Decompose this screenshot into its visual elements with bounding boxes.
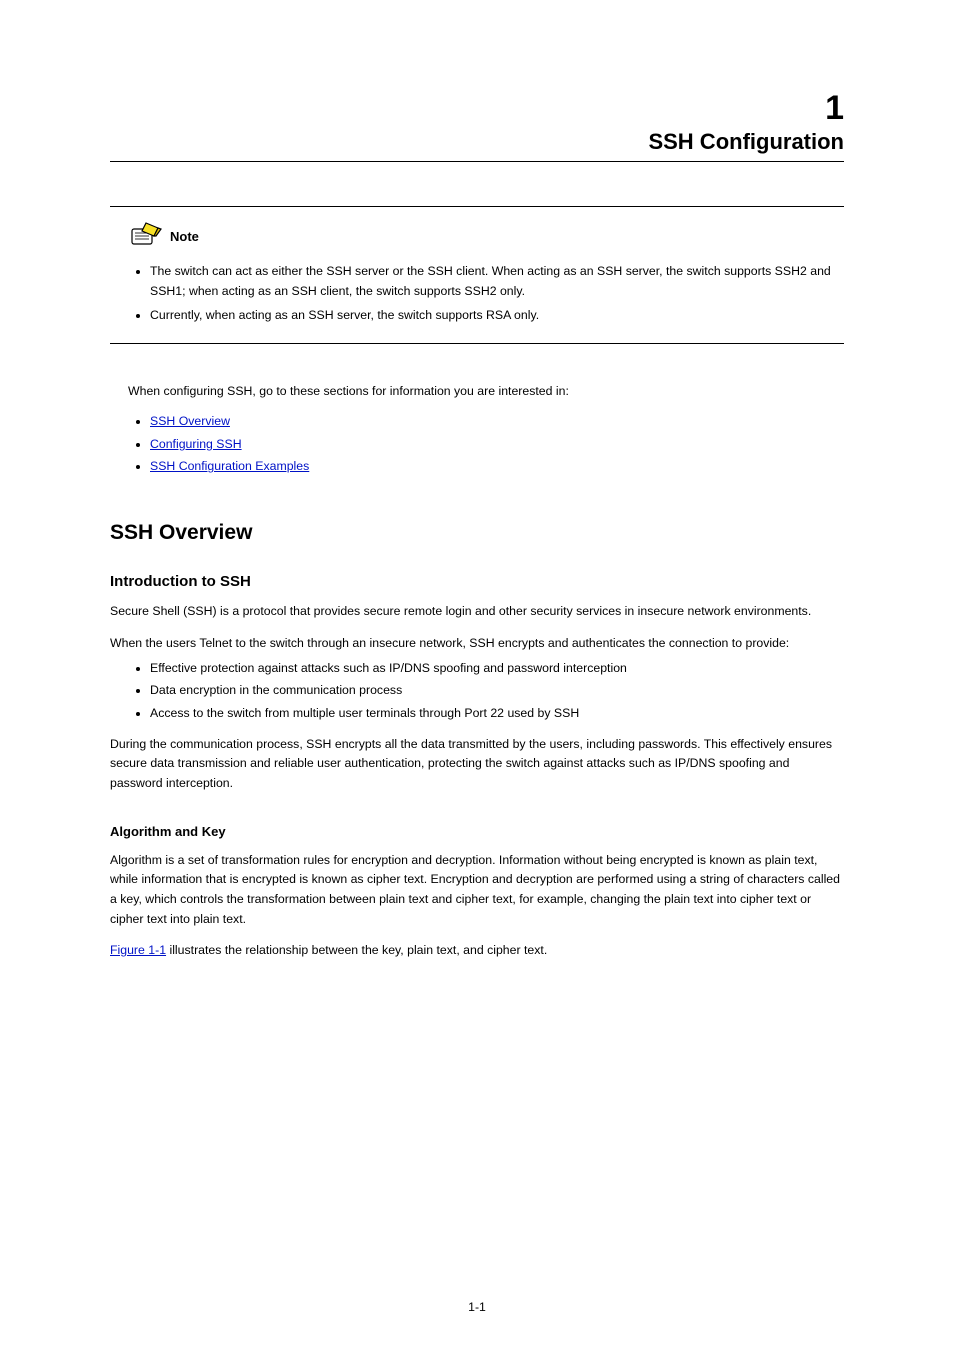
toc-item: SSH Configuration Examples — [150, 457, 844, 477]
note-header: Note — [110, 221, 844, 252]
chapter-number: 1 — [110, 90, 844, 127]
figure-ref-suffix: illustrates the relationship between the… — [166, 943, 547, 957]
section-heading-intro: Introduction to SSH — [110, 573, 844, 590]
section-heading-algorithm: Algorithm and Key — [110, 824, 844, 839]
toc-link-examples[interactable]: SSH Configuration Examples — [150, 459, 309, 473]
body-paragraph: Secure Shell (SSH) is a protocol that pr… — [110, 602, 844, 622]
chapter-header: 1 SSH Configuration — [110, 90, 844, 162]
intro-text: When configuring SSH, go to these sectio… — [128, 382, 844, 402]
note-list: The switch can act as either the SSH ser… — [110, 262, 844, 325]
figure-reference-line: Figure 1-1 illustrates the relationship … — [110, 941, 844, 961]
feature-item: Effective protection against attacks suc… — [150, 659, 844, 678]
feature-list: Effective protection against attacks suc… — [110, 659, 844, 722]
note-label: Note — [170, 229, 199, 244]
page-number: 1-1 — [468, 1300, 486, 1314]
body-paragraph: When the users Telnet to the switch thro… — [110, 634, 844, 654]
page: 1 SSH Configuration Note The switch can … — [0, 0, 954, 1350]
note-icon — [128, 221, 162, 252]
note-item: The switch can act as either the SSH ser… — [150, 262, 844, 301]
toc-item: SSH Overview — [150, 412, 844, 432]
feature-item: Data encryption in the communication pro… — [150, 681, 844, 700]
toc-list: SSH Overview Configuring SSH SSH Configu… — [110, 412, 844, 477]
toc-link-configuring[interactable]: Configuring SSH — [150, 437, 242, 451]
chapter-title: SSH Configuration — [110, 129, 844, 155]
toc-item: Configuring SSH — [150, 435, 844, 455]
section-heading-overview: SSH Overview — [110, 521, 844, 545]
body-paragraph: During the communication process, SSH en… — [110, 735, 844, 794]
note-item: Currently, when acting as an SSH server,… — [150, 306, 844, 326]
body-paragraph: Algorithm is a set of transformation rul… — [110, 851, 844, 930]
feature-item: Access to the switch from multiple user … — [150, 704, 844, 723]
figure-link[interactable]: Figure 1-1 — [110, 943, 166, 957]
toc-link-overview[interactable]: SSH Overview — [150, 414, 230, 428]
page-footer: 1-1 — [0, 1300, 954, 1314]
note-box: Note The switch can act as either the SS… — [110, 206, 844, 344]
